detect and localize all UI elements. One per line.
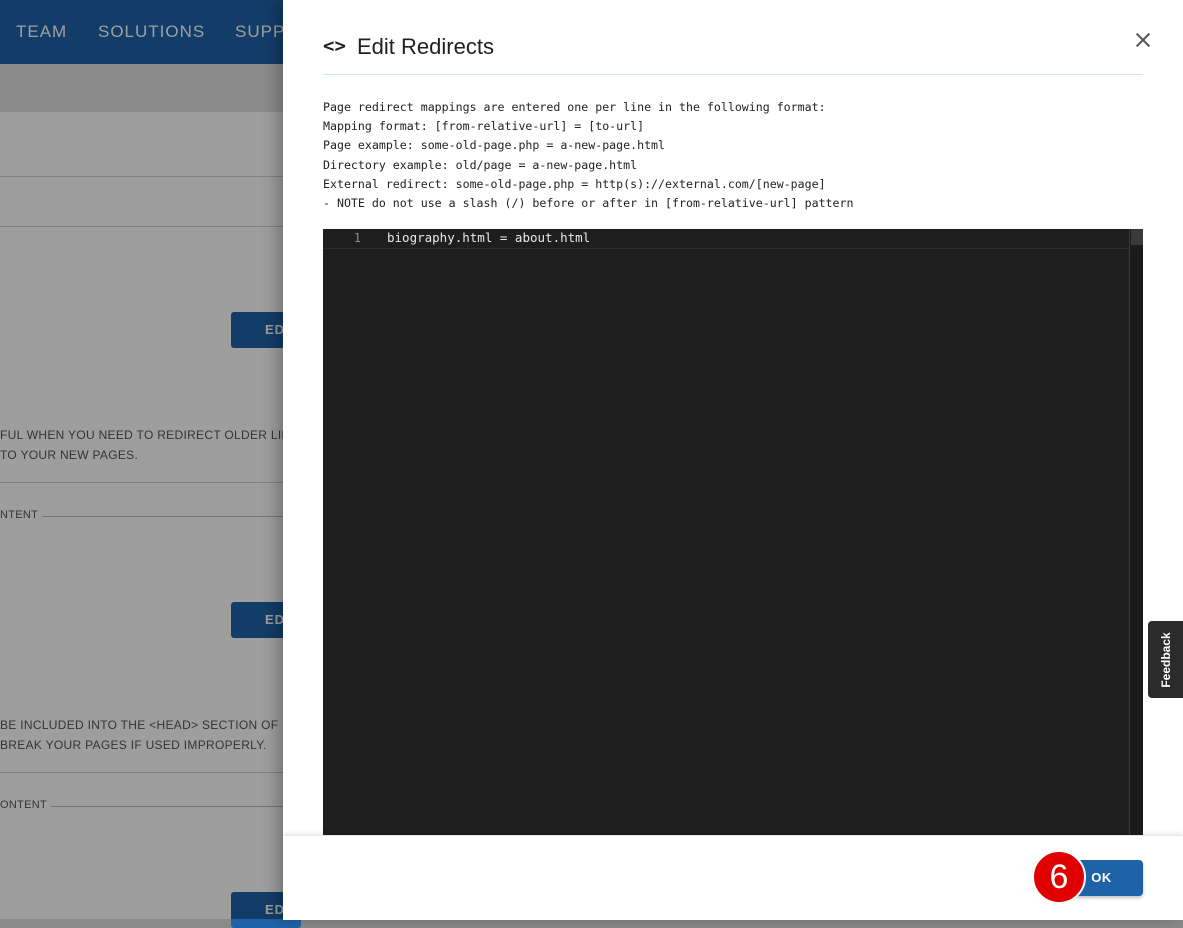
step-number-badge: 6 bbox=[1032, 850, 1086, 904]
feedback-tab[interactable]: Feedback bbox=[1148, 621, 1183, 698]
instruction-line: - NOTE do not use a slash (/) before or … bbox=[323, 196, 854, 211]
instruction-line: Page redirect mappings are entered one p… bbox=[323, 100, 826, 114]
instruction-line: External redirect: some-old-page.php = h… bbox=[323, 176, 826, 191]
close-icon[interactable] bbox=[1131, 28, 1155, 52]
redirect-instructions: Page redirect mappings are entered one p… bbox=[323, 98, 1143, 213]
feedback-label: Feedback bbox=[1158, 631, 1173, 688]
edit-redirects-dialog: <> Edit Redirects Page redirect mappings… bbox=[283, 0, 1183, 920]
line-number: 1 bbox=[353, 231, 361, 245]
instruction-line: Directory example: old/page = a-new-page… bbox=[323, 157, 638, 172]
dialog-header: <> Edit Redirects bbox=[323, 30, 1143, 75]
line-text[interactable]: biography.html = about.html bbox=[387, 230, 590, 245]
dialog-footer: OK 6 bbox=[283, 835, 1183, 920]
code-icon: <> bbox=[323, 35, 346, 57]
editor-line[interactable]: 1 biography.html = about.html bbox=[323, 229, 1129, 249]
scrollbar-thumb[interactable] bbox=[1131, 229, 1143, 245]
instruction-line: Mapping format: [from-relative-url] = [t… bbox=[323, 119, 645, 134]
dialog-title: Edit Redirects bbox=[357, 34, 494, 59]
instruction-line: Page example: some-old-page.php = a-new-… bbox=[323, 138, 666, 153]
editor-scrollbar[interactable] bbox=[1129, 229, 1143, 835]
redirects-code-editor[interactable]: 1 biography.html = about.html bbox=[323, 229, 1143, 835]
